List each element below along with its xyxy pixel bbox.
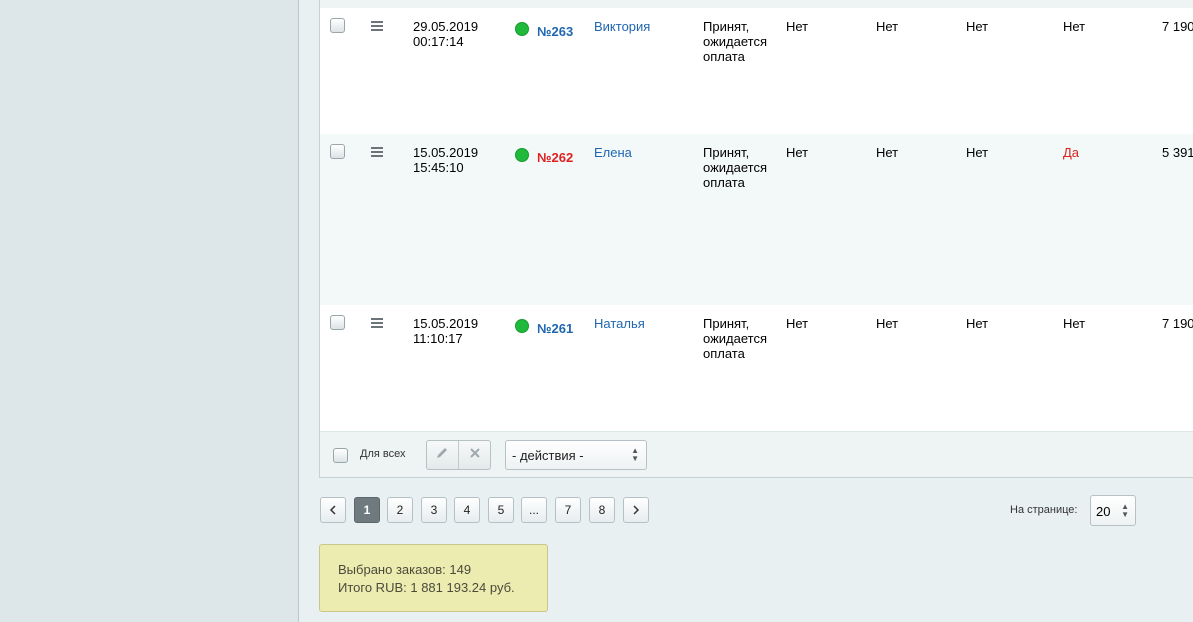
order-number-link[interactable]: №261 bbox=[537, 321, 573, 336]
order-date: 29.05.2019 00:17:14 bbox=[413, 19, 478, 49]
status-line: ожидается bbox=[703, 160, 768, 175]
status-line: оплата bbox=[703, 175, 745, 190]
per-page-select[interactable]: 20 ▲ ▼ bbox=[1090, 495, 1136, 526]
status-line: оплата bbox=[703, 49, 745, 64]
row-menu-icon[interactable] bbox=[371, 318, 383, 328]
order-date-day: 15.05.2019 bbox=[413, 145, 479, 160]
order-status: Принят, ожидается оплата bbox=[703, 19, 767, 64]
select-arrows-icon: ▲ ▼ bbox=[631, 446, 639, 463]
order-date-day: 15.05.2019 bbox=[413, 316, 479, 331]
page-button[interactable]: 4 bbox=[454, 497, 480, 523]
main-content: 29.05.2019 00:17:14 №263 Виктория Принят… bbox=[299, 0, 1193, 622]
select-all-checkbox[interactable] bbox=[333, 448, 348, 463]
customer-name-link[interactable]: Наталья bbox=[594, 316, 645, 331]
select-arrows-icon: ▲ ▼ bbox=[1121, 502, 1129, 519]
column-value: Нет bbox=[876, 145, 899, 160]
page-button[interactable]: 2 bbox=[387, 497, 413, 523]
order-amount: 5 391 bbox=[1162, 145, 1193, 160]
status-dot-icon bbox=[515, 22, 529, 36]
column-value: Нет bbox=[786, 145, 809, 160]
status-line: Принят, bbox=[703, 316, 750, 331]
order-date-day: 29.05.2019 bbox=[413, 19, 479, 34]
column-value: Нет bbox=[1063, 316, 1086, 331]
page-button[interactable]: 8 bbox=[589, 497, 615, 523]
order-date-time: 15:45:10 bbox=[413, 160, 464, 175]
page-ellipsis-button[interactable]: ... bbox=[521, 497, 547, 523]
column-value: Нет bbox=[966, 145, 989, 160]
orders-total: Итого RUB: 1 881 193.24 руб. bbox=[338, 580, 515, 595]
prev-page-button[interactable] bbox=[320, 497, 346, 523]
order-status: Принят, ожидается оплата bbox=[703, 145, 767, 190]
table-row[interactable]: 29.05.2019 00:17:14 №263 Виктория Принят… bbox=[320, 8, 1193, 134]
order-date-time: 11:10:17 bbox=[413, 331, 463, 346]
row-menu-icon[interactable] bbox=[371, 21, 383, 31]
next-page-button[interactable] bbox=[623, 497, 649, 523]
customer-name-link[interactable]: Виктория bbox=[594, 19, 650, 34]
bulk-actions-bar: Для всех - действия - ▲ ▼ bbox=[320, 431, 1193, 477]
status-line: ожидается bbox=[703, 34, 768, 49]
row-checkbox[interactable] bbox=[330, 18, 345, 33]
table-top-strip bbox=[320, 0, 1193, 8]
status-dot-icon bbox=[515, 319, 529, 333]
page-button[interactable]: 3 bbox=[421, 497, 447, 523]
order-number-link[interactable]: №262 bbox=[537, 150, 573, 165]
status-line: ожидается bbox=[703, 331, 768, 346]
column-value: Нет bbox=[966, 316, 989, 331]
order-number-link[interactable]: №263 bbox=[537, 24, 573, 39]
close-icon[interactable] bbox=[468, 446, 482, 463]
column-value: Нет bbox=[1063, 19, 1086, 34]
page-button[interactable]: 1 bbox=[354, 497, 380, 523]
status-line: Принят, bbox=[703, 19, 750, 34]
row-menu-icon[interactable] bbox=[371, 147, 383, 157]
order-amount: 7 190 bbox=[1162, 19, 1193, 34]
order-status: Принят, ожидается оплата bbox=[703, 316, 767, 361]
column-value: Нет bbox=[786, 316, 809, 331]
table-row[interactable]: 15.05.2019 15:45:10 №262 Елена Принят, о… bbox=[320, 134, 1193, 305]
table-row[interactable]: 15.05.2019 11:10:17 №261 Наталья Принят,… bbox=[320, 305, 1193, 431]
column-value: Нет bbox=[876, 316, 899, 331]
column-value: Нет bbox=[786, 19, 809, 34]
actions-select[interactable]: - действия - ▲ ▼ bbox=[505, 440, 647, 470]
status-line: оплата bbox=[703, 346, 745, 361]
actions-select-value: - действия - bbox=[512, 448, 584, 463]
button-separator bbox=[458, 441, 459, 469]
customer-name-link[interactable]: Елена bbox=[594, 145, 632, 160]
left-sidebar-panel bbox=[0, 0, 299, 622]
row-checkbox[interactable] bbox=[330, 144, 345, 159]
per-page-label: На странице: bbox=[1010, 504, 1078, 516]
order-amount: 7 190 bbox=[1162, 316, 1193, 331]
status-dot-icon bbox=[515, 148, 529, 162]
per-page-value: 20 bbox=[1096, 504, 1111, 519]
selected-orders-count: Выбрано заказов: 149 bbox=[338, 562, 472, 577]
order-date: 15.05.2019 11:10:17 bbox=[413, 316, 478, 346]
orders-table: 29.05.2019 00:17:14 №263 Виктория Принят… bbox=[319, 0, 1193, 478]
orders-summary-box: Выбрано заказов: 149 Итого RUB: 1 881 19… bbox=[319, 544, 548, 612]
status-line: Принят, bbox=[703, 145, 750, 160]
column-value: Да bbox=[1063, 145, 1080, 160]
chevron-left-icon bbox=[329, 505, 336, 515]
pencil-icon[interactable] bbox=[435, 446, 449, 463]
for-all-label: Для всех bbox=[360, 448, 406, 460]
page-button[interactable]: 5 bbox=[488, 497, 514, 523]
order-date-time: 00:17:14 bbox=[413, 34, 464, 49]
row-checkbox[interactable] bbox=[330, 315, 345, 330]
chevron-right-icon bbox=[633, 505, 640, 515]
page-button[interactable]: 7 bbox=[555, 497, 581, 523]
column-value: Нет bbox=[876, 19, 899, 34]
edit-delete-buttons bbox=[426, 440, 491, 470]
column-value: Нет bbox=[966, 19, 989, 34]
order-date: 15.05.2019 15:45:10 bbox=[413, 145, 478, 175]
